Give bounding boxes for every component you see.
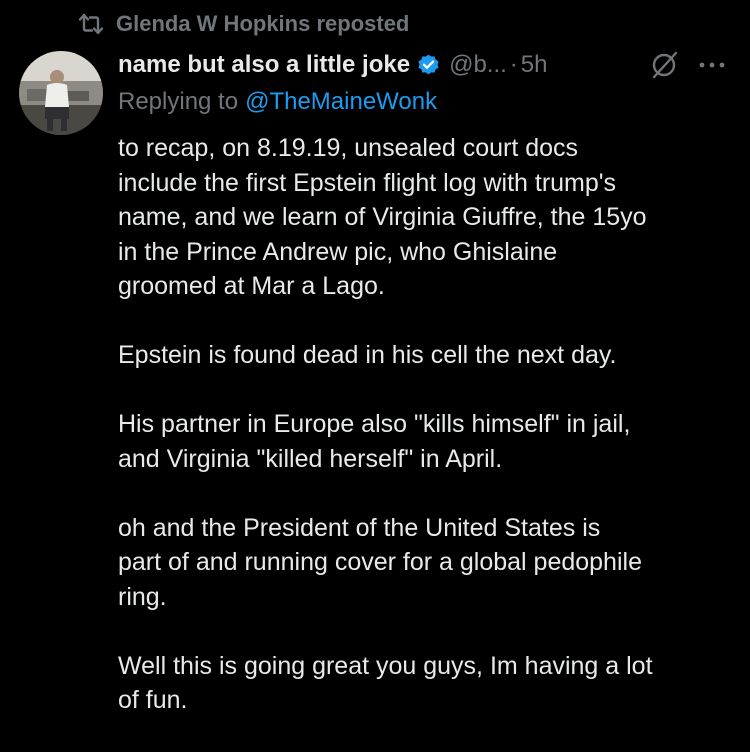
more-options-icon[interactable] [696,53,728,77]
replying-to-mention[interactable]: @TheMaineWonk [245,88,437,116]
tweet-paragraph: oh and the President of the United State… [118,513,642,611]
verified-badge-icon[interactable] [416,53,441,78]
avatar-photo [19,51,103,135]
separator-dot: · [509,51,518,78]
tweet-paragraph: Well this is going great you guys, Im ha… [118,651,653,715]
author-handle[interactable]: @b... [449,51,507,79]
tweet-paragraph: to recap, on 8.19.19, unsealed court doc… [118,134,647,300]
avatar[interactable] [19,51,103,135]
tweet-paragraph: His partner in Europe also "kills himsel… [118,410,631,473]
repost-text: Glenda W Hopkins reposted [116,11,410,36]
author-display-name[interactable]: name but also a little joke [118,51,410,79]
tweet-text: to recap, on 8.19.19, unsealed court doc… [118,131,738,752]
tweet-timestamp[interactable]: 5h [521,51,548,79]
tweet-paragraph: Epstein is found dead in his cell the ne… [118,341,617,369]
repost-context[interactable]: Glenda W Hopkins reposted [78,8,409,40]
repost-icon [78,13,104,35]
replying-to-label: Replying to [118,88,239,115]
grok-icon[interactable] [648,49,680,81]
replying-to: Replying to @TheMaineWonk [118,84,437,120]
tweet-header: name but also a little joke @b... · 5h [118,45,732,85]
